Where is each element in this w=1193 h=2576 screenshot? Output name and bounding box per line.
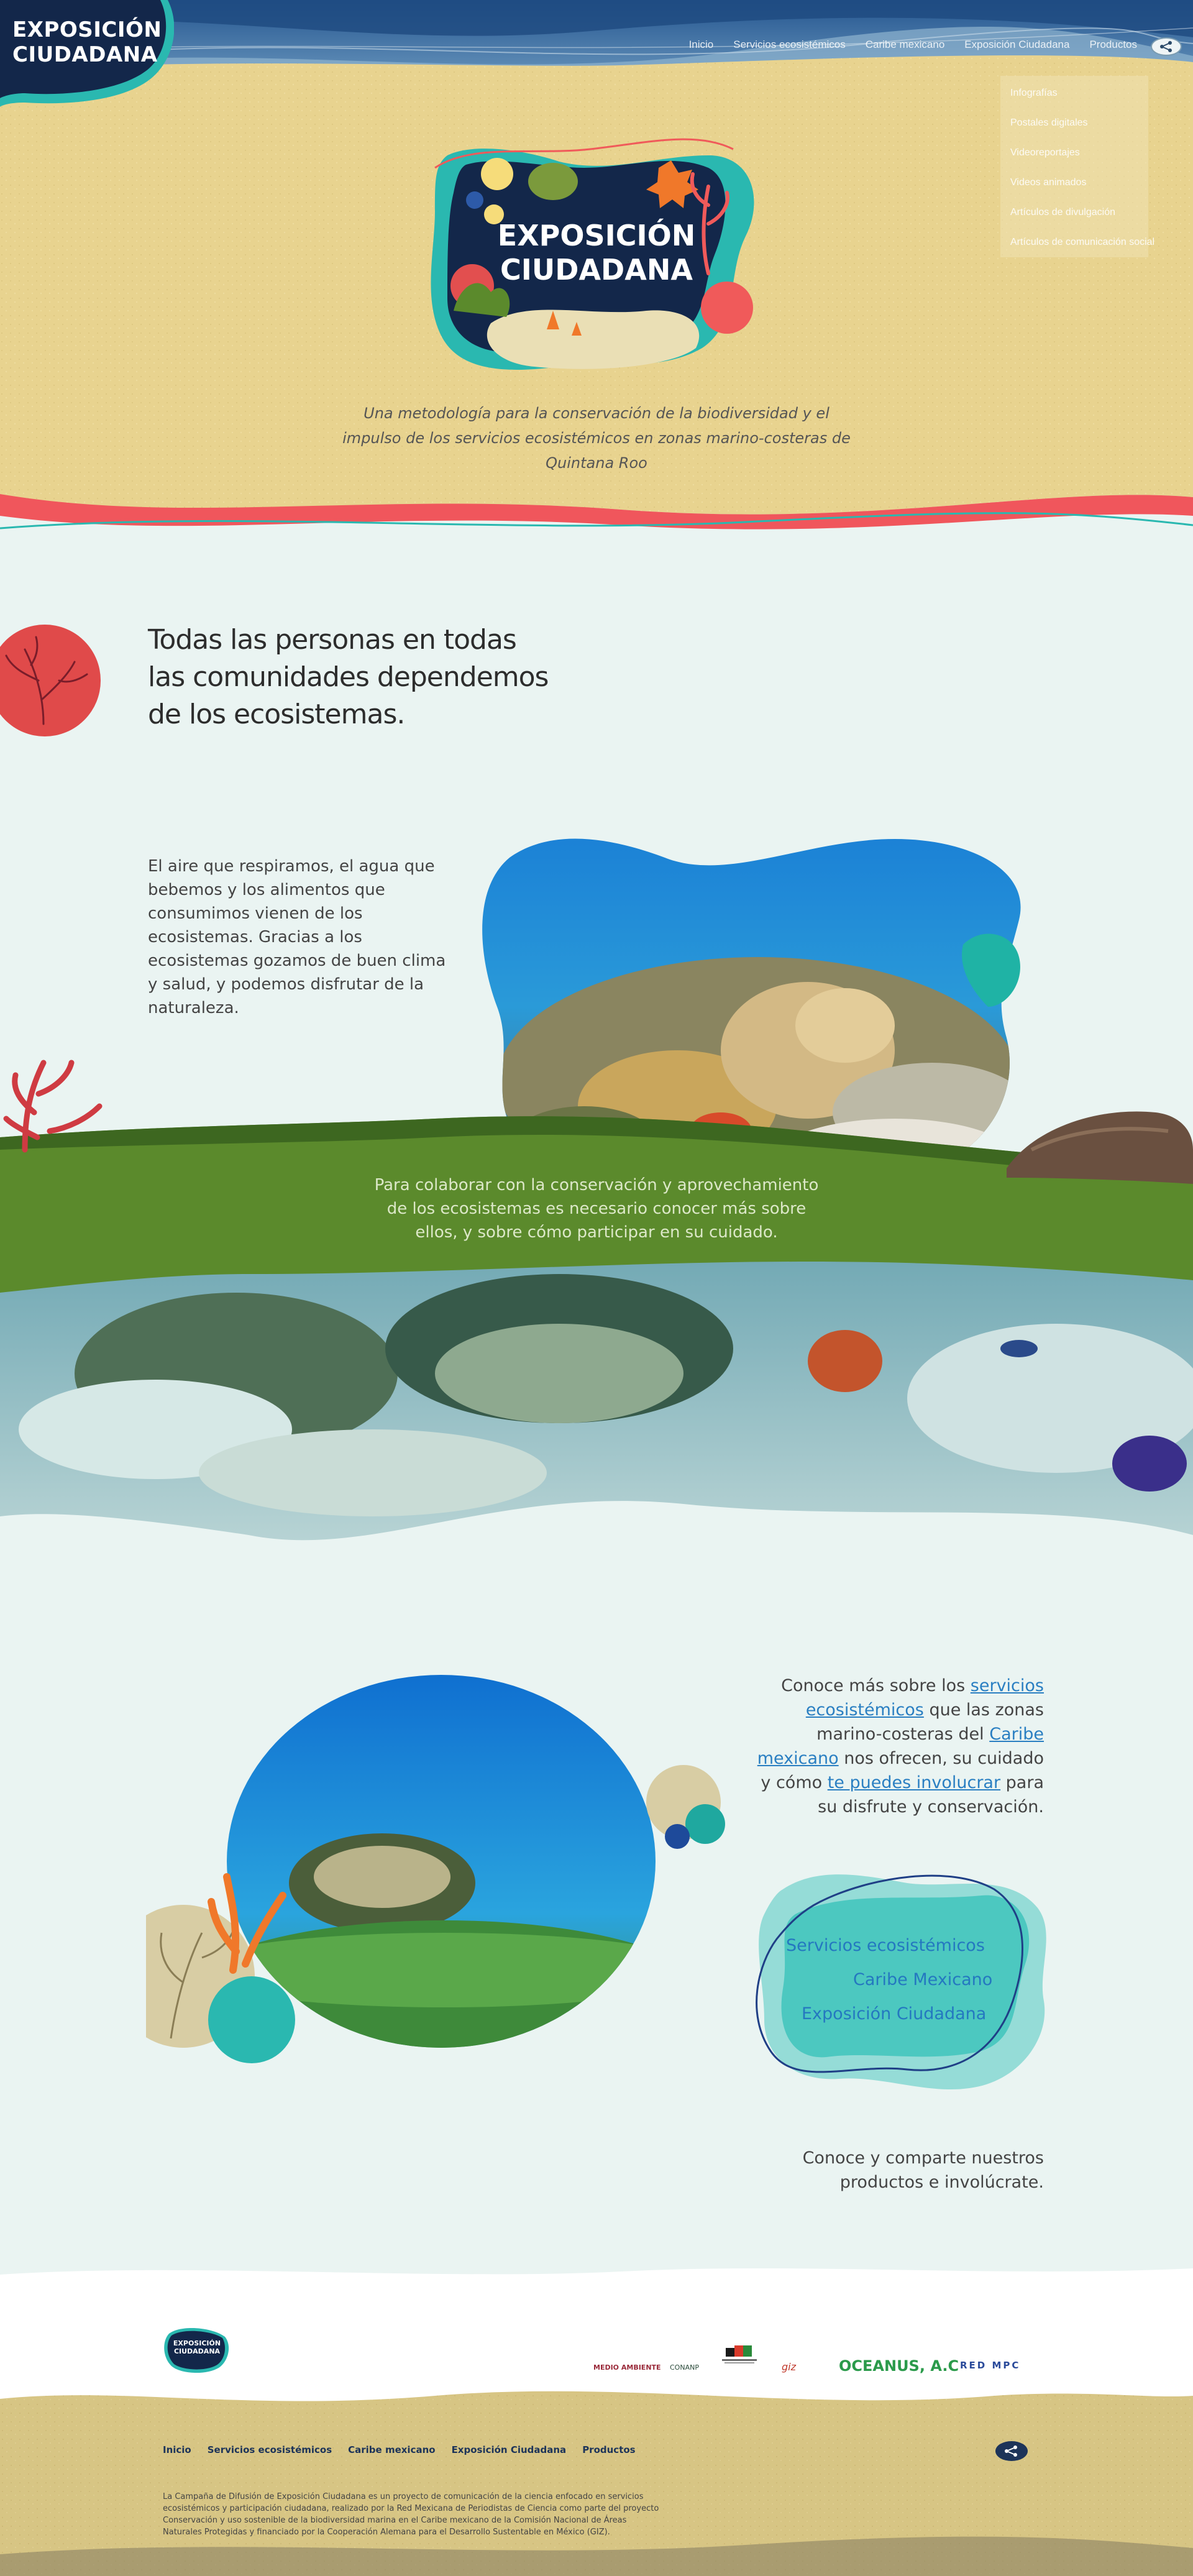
nav-item-exposicion[interactable]: Exposición Ciudadana <box>964 39 1069 51</box>
footer-nav-caribe[interactable]: Caribe mexicano <box>348 2444 435 2455</box>
share-prompt: Conoce y comparte nuestros productos e i… <box>802 2148 1044 2192</box>
coral-circle-decoration <box>0 625 101 736</box>
green-band-text: Para colaborar con la conservación y apr… <box>374 1176 819 1242</box>
footer-logo-line-2: CIUDADANA <box>173 2347 221 2355</box>
nav-item-caribe[interactable]: Caribe mexicano <box>866 39 945 51</box>
link-te-puedes-involucrar[interactable]: te puedes involucrar <box>828 1773 1000 1792</box>
footer-logo-text[interactable]: EXPOSICIÓN CIUDADANA <box>171 2339 223 2355</box>
brand-line-1: EXPOSICIÓN <box>12 17 162 42</box>
partner-logo-giz: giz <box>782 2361 796 2373</box>
footer-share-button[interactable] <box>994 2440 1029 2462</box>
nav-item-inicio[interactable]: Inicio <box>689 39 714 51</box>
partner-logo-cooperacion-alemana <box>722 2345 757 2363</box>
main-nav: Inicio Servicios ecosistémicos Caribe me… <box>689 39 1137 51</box>
learn-more-paragraph: Conoce más sobre los servicios ecosistém… <box>746 1674 1044 1819</box>
cta-servicios-ecosistemicos[interactable]: Servicios ecosistémicos <box>786 1936 985 1955</box>
green-band-and-seafloor <box>0 1060 1193 1541</box>
dropdown-item-articulos-comunicacion[interactable]: Artículos de comunicación social <box>1010 234 1154 264</box>
share-button[interactable] <box>1151 37 1182 56</box>
partner-logo-medio-ambiente: MEDIO AMBIENTE <box>593 2363 661 2372</box>
hero-logo-art: EXPOSICIÓN CIUDADANA <box>431 138 754 370</box>
dropdown-item-infografias[interactable]: Infografías <box>1010 85 1138 114</box>
brand-line-2: CIUDADANA <box>12 42 158 67</box>
nav-item-servicios[interactable]: Servicios ecosistémicos <box>733 39 845 51</box>
partner-logo-conanp: CONANP <box>670 2363 699 2372</box>
products-dropdown: Infografías Postales digitales Videorepo… <box>1000 76 1154 257</box>
footer-nav-exposicion[interactable]: Exposición Ciudadana <box>452 2444 567 2455</box>
nav-item-productos[interactable]: Productos <box>1089 39 1137 51</box>
partner-logo-red-mpc: RED MPC <box>960 2360 1021 2371</box>
seagrass-photo-circle <box>146 1675 725 2063</box>
footer-nav-inicio[interactable]: Inicio <box>163 2444 191 2455</box>
cta-exposicion-ciudadana[interactable]: Exposición Ciudadana <box>802 2004 986 2024</box>
footer-logo-line-1: EXPOSICIÓN <box>173 2339 221 2347</box>
dropdown-item-videoreportajes[interactable]: Videoreportajes <box>1010 144 1138 174</box>
share-icon <box>1160 41 1172 52</box>
footer-description: La Campaña de Difusión de Exposición Ciu… <box>163 2492 659 2537</box>
hero-section: EXPOSICIÓN CIUDADANA EXPOSICIÓN CIUDADAN… <box>0 0 1193 547</box>
intro-heading: Todas las personas en todas las comunida… <box>148 624 549 730</box>
partner-logo-oceanus: OCEANUS, A.C <box>839 2357 959 2375</box>
footer-nav-servicios[interactable]: Servicios ecosistémicos <box>208 2444 332 2455</box>
dropdown-item-articulos-divulgacion[interactable]: Artículos de divulgación <box>1010 204 1138 234</box>
learn-text-1: Conoce más sobre los <box>781 1676 971 1695</box>
hero-logo-title-line2: CIUDADANA <box>500 253 693 286</box>
cta-caribe-mexicano[interactable]: Caribe Mexicano <box>853 1970 992 1989</box>
footer-nav-productos[interactable]: Productos <box>582 2444 635 2455</box>
dropdown-item-videos-animados[interactable]: Videos animados <box>1010 174 1138 204</box>
hero-logo-title-line1: EXPOSICIÓN <box>498 219 695 252</box>
brand-logo-text[interactable]: EXPOSICIÓN CIUDADANA <box>12 17 162 67</box>
hero-tagline: Una metodología para la conservación de … <box>342 405 851 472</box>
intro-paragraph: El aire que respiramos, el agua que bebe… <box>148 857 446 1017</box>
dropdown-item-postales[interactable]: Postales digitales <box>1010 114 1138 144</box>
footer-nav: Inicio Servicios ecosistémicos Caribe me… <box>163 2444 636 2455</box>
